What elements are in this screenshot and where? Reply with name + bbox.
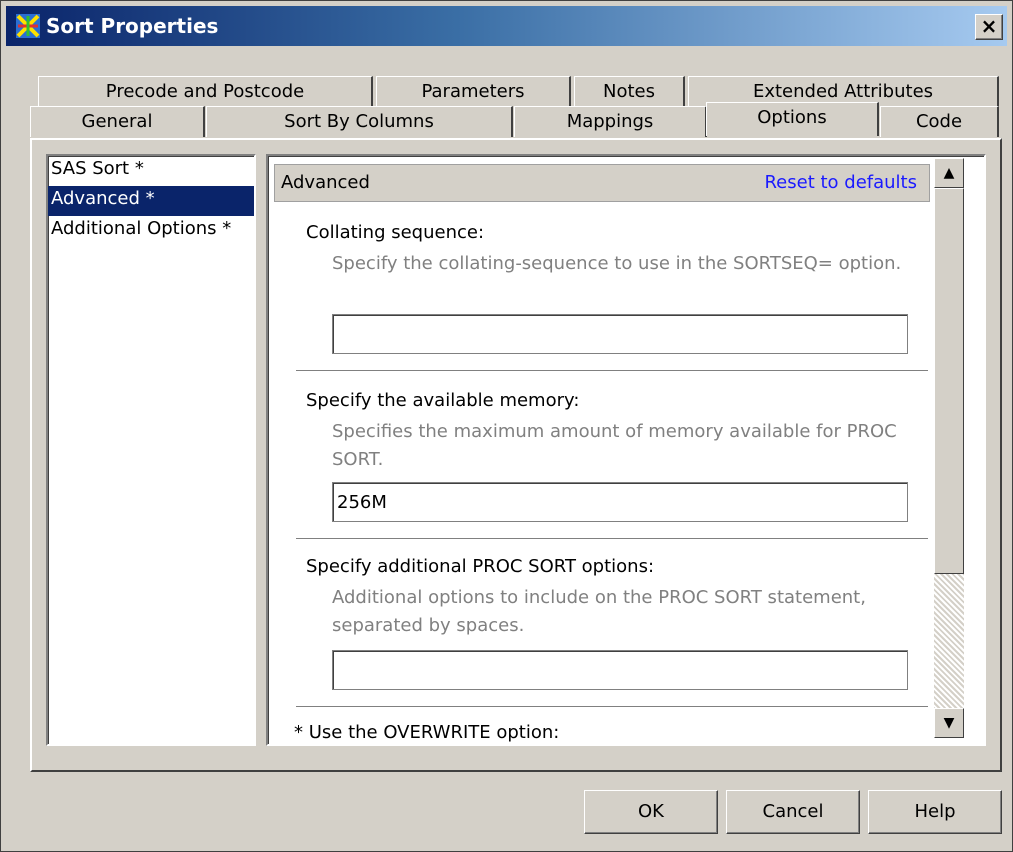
available-memory-label: Specify the available memory: bbox=[306, 390, 580, 411]
window-title: Sort Properties bbox=[46, 14, 219, 38]
section-header: Advanced Reset to defaults bbox=[274, 164, 930, 202]
collating-sequence-label: Collating sequence: bbox=[306, 222, 485, 243]
list-item-advanced[interactable]: Advanced * bbox=[48, 186, 254, 216]
options-panel: SAS Sort * Advanced * Additional Options… bbox=[30, 138, 1002, 772]
overwrite-option-label: * Use the OVERWRITE option: bbox=[294, 722, 560, 743]
separator bbox=[296, 706, 928, 707]
tab-sort-by-columns[interactable]: Sort By Columns bbox=[206, 106, 513, 137]
ok-button[interactable]: OK bbox=[584, 790, 718, 834]
scroll-up-button[interactable]: ▲ bbox=[934, 158, 964, 188]
close-button[interactable]: × bbox=[975, 14, 1003, 40]
options-category-list[interactable]: SAS Sort * Advanced * Additional Options… bbox=[46, 154, 256, 746]
tab-precode-postcode[interactable]: Precode and Postcode bbox=[38, 76, 373, 107]
tab-options[interactable]: Options bbox=[706, 102, 879, 136]
list-item-sas-sort[interactable]: SAS Sort * bbox=[48, 156, 254, 186]
help-button[interactable]: Help bbox=[868, 790, 1002, 834]
reset-to-defaults-link[interactable]: Reset to defaults bbox=[764, 172, 917, 193]
separator bbox=[296, 538, 928, 539]
available-memory-description: Specifies the maximum amount of memory a… bbox=[332, 421, 897, 470]
tab-code[interactable]: Code bbox=[880, 106, 999, 137]
advanced-options-content: Advanced Reset to defaults Collating seq… bbox=[266, 154, 986, 746]
tab-parameters[interactable]: Parameters bbox=[376, 76, 571, 107]
scroll-down-button[interactable]: ▼ bbox=[934, 708, 964, 738]
separator bbox=[296, 370, 928, 371]
vertical-scrollbar[interactable]: ▲ ▼ bbox=[934, 158, 964, 738]
additional-proc-sort-options-input[interactable] bbox=[332, 650, 908, 690]
scroll-thumb[interactable] bbox=[934, 188, 964, 574]
title-bar[interactable]: Sort Properties × bbox=[6, 6, 1007, 46]
available-memory-input[interactable]: 256M bbox=[332, 482, 908, 522]
collating-sequence-description: Specify the collating-sequence to use in… bbox=[332, 253, 902, 274]
sort-properties-icon bbox=[16, 14, 40, 38]
list-item-additional-options[interactable]: Additional Options * bbox=[48, 216, 254, 246]
tab-notes[interactable]: Notes bbox=[574, 76, 685, 107]
tab-mappings[interactable]: Mappings bbox=[514, 106, 707, 137]
cancel-button[interactable]: Cancel bbox=[726, 790, 860, 834]
section-header-title: Advanced bbox=[281, 172, 370, 193]
collating-sequence-input[interactable] bbox=[332, 314, 908, 354]
additional-proc-sort-options-label: Specify additional PROC SORT options: bbox=[306, 556, 655, 577]
tab-general[interactable]: General bbox=[30, 106, 205, 137]
additional-proc-sort-options-description: Additional options to include on the PRO… bbox=[332, 587, 866, 636]
